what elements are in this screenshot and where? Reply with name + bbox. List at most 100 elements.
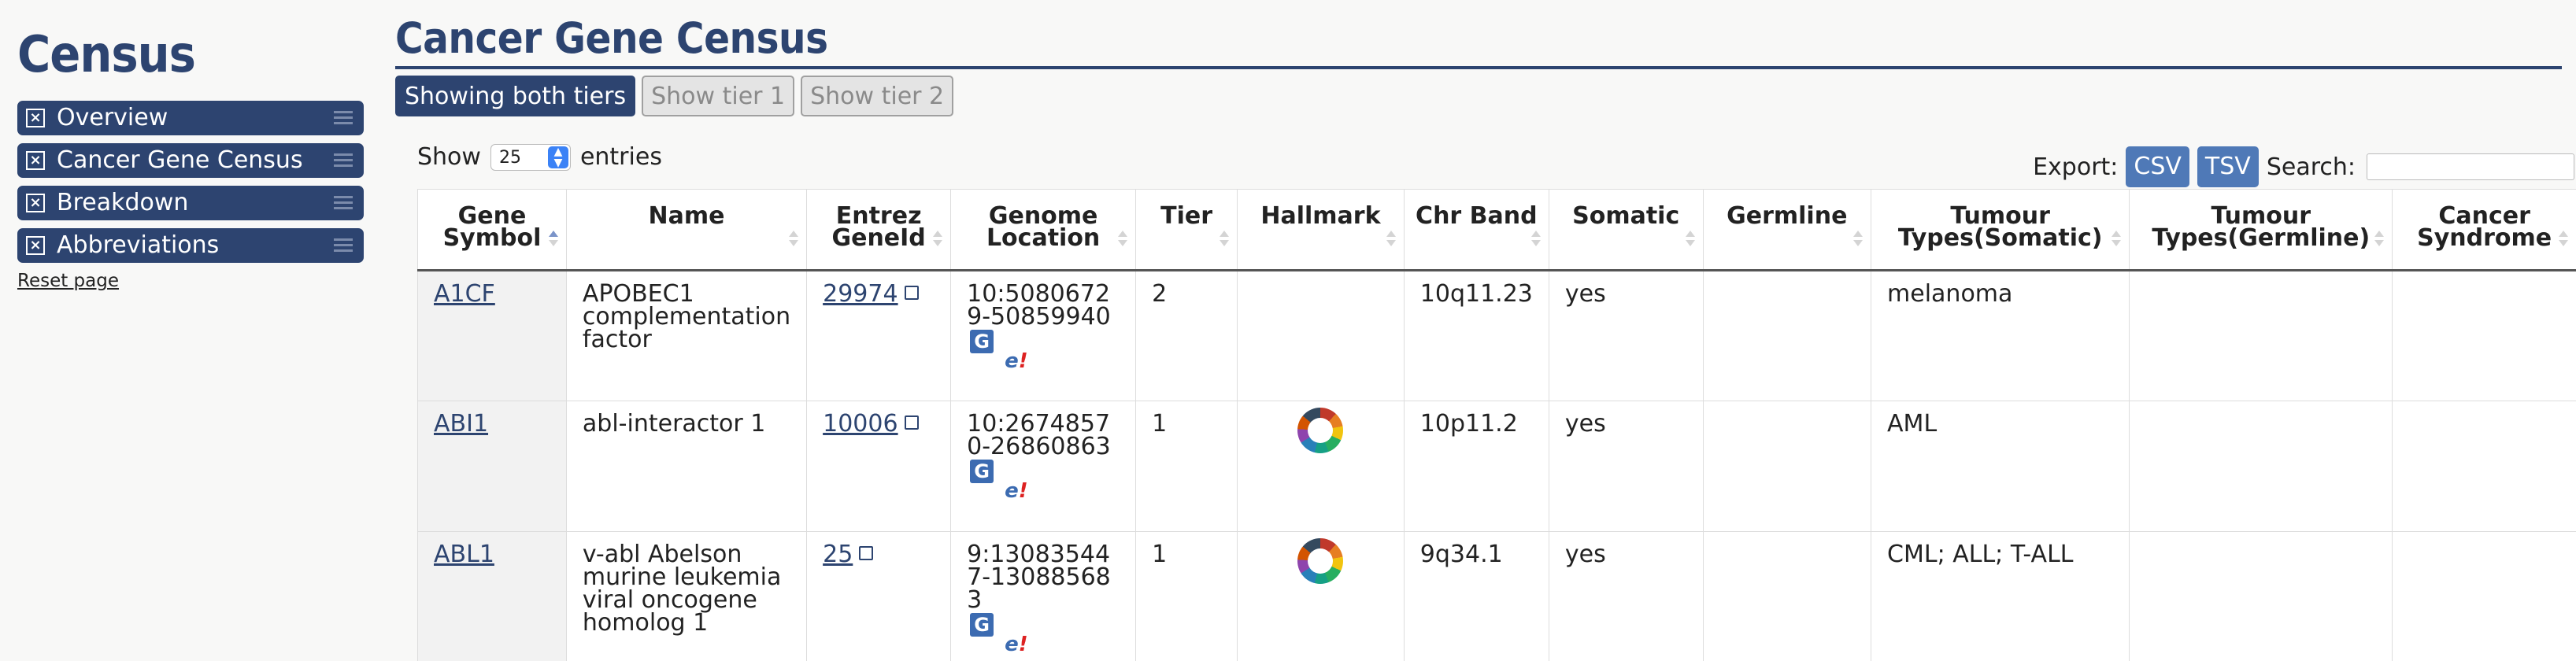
col-header-tumour-somatic[interactable]: Tumour Types(Somatic) (1871, 189, 2130, 271)
col-header-cancer-syndrome[interactable]: Cancer Syndrome (2392, 189, 2576, 271)
entries-control: Show 25 ▲ ▼ entries (417, 143, 662, 171)
search-label: Search: (2266, 153, 2356, 181)
header-label: Gene Symbol (442, 202, 542, 252)
col-header-name[interactable]: Name (565, 189, 807, 271)
close-icon[interactable]: × (26, 151, 45, 170)
drag-handle-icon[interactable] (334, 196, 353, 210)
header-label: Somatic (1572, 202, 1680, 230)
col-header-chr-band[interactable]: Chr Band (1403, 189, 1549, 271)
chr-band-cell: 10q11.23 (1403, 270, 1549, 401)
hallmark-ring-icon[interactable] (1297, 408, 1344, 453)
header-label: Germline (1727, 202, 1848, 230)
genome-location-cell: 9:130835447-130885683 Ge! (950, 531, 1136, 661)
genome-browser-icon[interactable]: G (970, 330, 994, 353)
close-icon[interactable]: × (26, 194, 45, 212)
name-cell: APOBEC1 complementation factor (565, 270, 807, 401)
genome-browser-icon[interactable]: G (970, 460, 994, 483)
sidebar-item-overview[interactable]: × Overview (17, 101, 364, 135)
col-header-hallmark[interactable]: Hallmark (1237, 189, 1405, 271)
syndrome-cell (2392, 531, 2576, 661)
sidebar-title: Census (17, 26, 196, 84)
gene-symbol-link[interactable]: ABL1 (434, 541, 494, 568)
ensembl-icon[interactable]: e! (1005, 633, 1028, 656)
sidebar-item-cancer-gene-census[interactable]: × Cancer Gene Census (17, 143, 364, 178)
chr-band-cell: 9q34.1 (1403, 531, 1549, 661)
both-tiers-button[interactable]: Showing both tiers (395, 76, 636, 116)
sort-icon (1530, 231, 1541, 249)
tier-cell: 1 (1135, 401, 1238, 532)
sort-icon (1220, 231, 1230, 249)
genome-browser-icon[interactable]: G (970, 613, 994, 637)
sidebar-item-breakdown[interactable]: × Breakdown (17, 186, 364, 220)
tier1-button[interactable]: Show tier 1 (642, 76, 795, 116)
tier-filter: Showing both tiers Show tier 1 Show tier… (395, 76, 2576, 120)
gene-symbol-link[interactable]: ABI1 (434, 410, 488, 438)
sort-icon (2559, 231, 2568, 249)
location-text: 10:50806729-50859940 (967, 280, 1111, 330)
table-controls: Show 25 ▲ ▼ entries Export: CSV TSV Searc… (417, 143, 2574, 187)
tsv-button[interactable]: TSV (2197, 146, 2259, 187)
external-link-icon[interactable] (904, 415, 919, 430)
tumour-germline-cell (2129, 531, 2393, 661)
sidebar-item-label: Breakdown (57, 189, 189, 216)
entrez-link[interactable]: 10006 (823, 410, 898, 438)
chr-band-cell: 10p11.2 (1403, 401, 1549, 532)
somatic-cell: yes (1548, 531, 1704, 661)
name-cell: abl-interactor 1 (565, 401, 807, 532)
sort-icon (789, 231, 799, 249)
col-header-gene-symbol[interactable]: Gene Symbol (417, 189, 567, 271)
gene-symbol-cell: A1CF (417, 270, 567, 401)
sidebar: Census × Overview × Cancer Gene Census ×… (17, 22, 364, 291)
sort-icon (1853, 231, 1864, 249)
entrez-link[interactable]: 25 (823, 541, 853, 568)
header-label: Hallmark (1260, 202, 1381, 230)
entries-select[interactable]: 25 ▲ ▼ (490, 143, 571, 171)
table-header-row: Gene Symbol Name Entrez GeneId Genome Lo… (417, 189, 2576, 271)
tier-cell: 1 (1135, 531, 1238, 661)
export-label: Export: (2033, 153, 2119, 181)
external-link-icon[interactable] (859, 546, 874, 560)
col-header-genome-location[interactable]: Genome Location (950, 189, 1136, 271)
col-header-tier[interactable]: Tier (1135, 189, 1238, 271)
table-row: A1CF APOBEC1 complementation factor 2997… (417, 270, 2576, 401)
sidebar-item-abbreviations[interactable]: × Abbreviations (17, 228, 364, 263)
col-header-tumour-germline[interactable]: Tumour Types(Germline) (2129, 189, 2393, 271)
entrez-cell: 25 (806, 531, 951, 661)
reset-page-link[interactable]: Reset page (17, 271, 364, 291)
sort-icon (2112, 231, 2122, 249)
germline-cell (1702, 401, 1871, 532)
title-divider (395, 66, 2562, 69)
main-content: Cancer Gene Census Showing both tiers Sh… (395, 0, 2576, 661)
sidebar-item-label: Overview (57, 104, 168, 131)
page-title: Cancer Gene Census (395, 13, 828, 63)
somatic-cell: yes (1548, 270, 1704, 401)
hallmark-ring-icon[interactable] (1297, 538, 1344, 584)
col-header-somatic[interactable]: Somatic (1548, 189, 1704, 271)
germline-cell (1702, 270, 1871, 401)
ensembl-icon[interactable]: e! (1005, 350, 1028, 373)
search-input[interactable] (2367, 153, 2574, 180)
hallmark-cell (1237, 531, 1405, 661)
gene-symbol-link[interactable]: A1CF (434, 280, 495, 308)
hallmark-cell (1237, 270, 1405, 401)
sort-icon (1386, 231, 1396, 249)
sidebar-item-label: Abbreviations (57, 231, 220, 259)
drag-handle-icon[interactable] (334, 111, 353, 125)
tier2-button[interactable]: Show tier 2 (801, 76, 954, 116)
close-icon[interactable]: × (26, 236, 45, 255)
entrez-link[interactable]: 29974 (823, 280, 898, 308)
gene-table: Gene Symbol Name Entrez GeneId Genome Lo… (417, 189, 2576, 661)
syndrome-cell (2392, 270, 2576, 401)
close-icon[interactable]: × (26, 109, 45, 127)
external-link-icon[interactable] (904, 286, 919, 300)
entries-label: entries (579, 143, 662, 171)
drag-handle-icon[interactable] (334, 153, 353, 168)
table-row: ABI1 abl-interactor 1 10006 10:26748570-… (417, 401, 2576, 532)
location-text: 9:130835447-130885683 (967, 541, 1111, 614)
csv-button[interactable]: CSV (2126, 146, 2189, 187)
entrez-cell: 10006 (806, 401, 951, 532)
drag-handle-icon[interactable] (334, 238, 353, 253)
ensembl-icon[interactable]: e! (1005, 480, 1028, 503)
col-header-germline[interactable]: Germline (1702, 189, 1871, 271)
col-header-entrez[interactable]: Entrez GeneId (806, 189, 951, 271)
